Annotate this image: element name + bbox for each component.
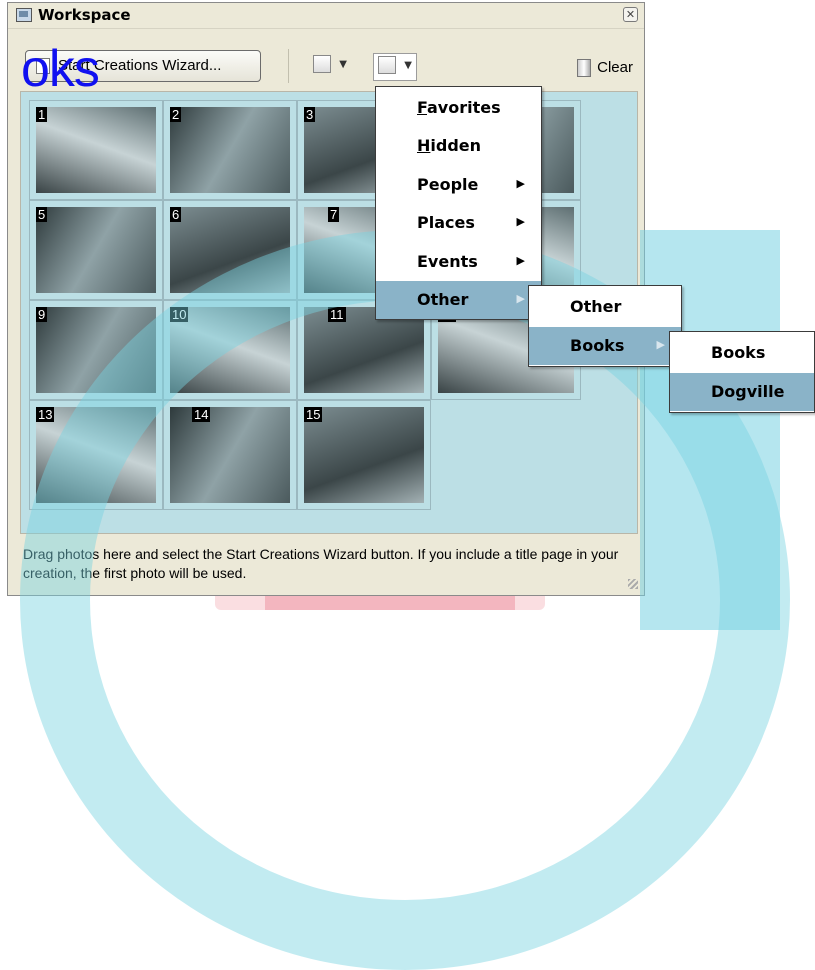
tag-menu-button[interactable]: ▼ [373, 53, 417, 81]
submenu-arrow-icon: ▶ [656, 338, 665, 351]
trash-icon [577, 59, 592, 78]
overlay-text: oks [21, 40, 100, 98]
menu-item-people[interactable]: People ▶ [376, 166, 541, 204]
photo-number: 13 [36, 407, 55, 422]
submenu-item-dogville[interactable]: Dogville [670, 373, 814, 411]
photo-number: 7 [328, 207, 340, 222]
tag-add-icon [378, 56, 396, 74]
photo-number: 2 [170, 107, 182, 122]
mnemonic-rest: avorites [427, 98, 501, 117]
submenu-arrow-icon: ▶ [516, 215, 525, 228]
submenu-arrow-icon: ▶ [516, 292, 525, 305]
submenu-arrow-icon: ▶ [516, 177, 525, 190]
photo-thumbnail [36, 207, 156, 293]
submenu-item-books-label: Books [570, 336, 625, 355]
menu-item-hidden-label: Hidden [417, 136, 481, 155]
submenu-item-books-tag-label: Books [711, 343, 766, 362]
window-title: Workspace [38, 6, 131, 24]
photo-number: 5 [36, 207, 48, 222]
chevron-down-icon: ▼ [404, 59, 412, 71]
menu-item-people-label: People [417, 175, 479, 194]
toolbar: Start Creations Wizard... ▼ ▼ Clear [8, 29, 644, 89]
menu-item-places-label: Places [417, 213, 475, 232]
photo-cell[interactable]: 1 [29, 100, 163, 200]
submenu-item-books-tag[interactable]: Books [670, 334, 814, 372]
submenu-item-dogville-label: Dogville [711, 382, 785, 401]
menu-item-events[interactable]: Events ▶ [376, 243, 541, 281]
other-submenu: Other Books ▶ [528, 285, 682, 367]
workspace-icon [16, 8, 32, 22]
menu-item-other[interactable]: Other ▶ [376, 281, 541, 319]
photo-number: 6 [170, 207, 182, 222]
photo-number: 9 [36, 307, 48, 322]
menu-item-other-label: Other [417, 290, 469, 309]
mnemonic-rest: idden [430, 136, 482, 155]
create-menu-button[interactable]: ▼ [313, 55, 347, 79]
menu-item-hidden[interactable]: Hidden [376, 127, 541, 165]
photo-number: 3 [304, 107, 316, 122]
mnemonic: H [417, 136, 431, 155]
menu-item-events-label: Events [417, 252, 478, 271]
menu-item-favorites[interactable]: Favorites [376, 89, 541, 127]
menu-item-places[interactable]: Places ▶ [376, 204, 541, 242]
photo-cell[interactable]: 2 [163, 100, 297, 200]
submenu-arrow-icon: ▶ [516, 254, 525, 267]
photo-thumbnail [36, 107, 156, 193]
submenu-item-books[interactable]: Books ▶ [529, 327, 681, 365]
clear-button[interactable]: Clear [577, 59, 633, 78]
submenu-item-other-label: Other [570, 297, 622, 316]
photo-cell[interactable]: 5 [29, 200, 163, 300]
photo-number: 1 [36, 107, 48, 122]
submenu-item-other[interactable]: Other [529, 288, 681, 326]
title-bar: Workspace ✕ [8, 3, 644, 29]
toolbar-separator [288, 49, 289, 83]
photo-thumbnail [170, 107, 290, 193]
menu-item-favorites-label: Favorites [417, 98, 501, 117]
clear-label: Clear [597, 59, 633, 76]
tag-menu: Favorites Hidden People ▶ Places ▶ Event… [375, 86, 542, 320]
mnemonic: F [417, 98, 427, 117]
books-submenu: Books Dogville [669, 331, 815, 413]
close-icon[interactable]: ✕ [623, 7, 638, 22]
chevron-down-icon: ▼ [339, 58, 347, 70]
create-icon [313, 55, 331, 73]
